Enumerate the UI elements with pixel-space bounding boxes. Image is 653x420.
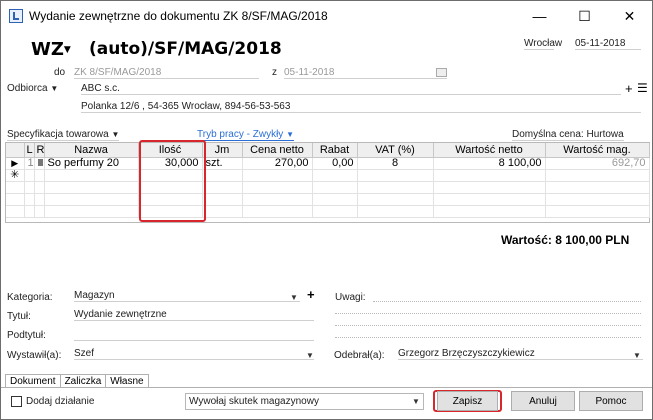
cancel-button[interactable]: Anuluj: [511, 391, 575, 411]
work-mode-link[interactable]: Tryb pracy - Zwykły ▼: [197, 129, 295, 141]
window: Wydanie zewnętrzne do dokumentu ZK 8/SF/…: [0, 0, 653, 420]
col-selector: [6, 143, 25, 158]
cell-net-value: 8 100,00: [433, 157, 546, 170]
app-icon: [9, 9, 23, 23]
cell-unit[interactable]: szt.: [202, 157, 243, 170]
tab-divider: [1, 387, 652, 388]
cell-vat[interactable]: 8: [357, 157, 434, 170]
cell-lp: 1: [24, 157, 35, 170]
doc-type-label: WZ: [31, 39, 64, 60]
chevron-down-icon[interactable]: ▼: [633, 351, 641, 360]
table-header: L R Nazwa Ilość Jm Cena netto Rabat VAT …: [6, 143, 650, 158]
list-icon[interactable]: ☰: [637, 81, 648, 95]
recipient-address: Polanka 12/6 , 54-365 Wrocław, 894-56-53…: [81, 101, 641, 113]
effect-select-value: Wywołaj skutek magazynowy: [189, 396, 319, 407]
notes-line[interactable]: [335, 313, 641, 314]
col-header-r[interactable]: R: [34, 143, 45, 158]
issued-by-select[interactable]: Szef: [74, 348, 314, 360]
add-action-checkbox[interactable]: [11, 396, 22, 407]
category-label: Kategoria:: [7, 292, 53, 303]
issued-by-label: Wystawił(a):: [7, 350, 62, 361]
do-label: do: [54, 67, 66, 78]
source-doc-field[interactable]: ZK 8/SF/MAG/2018: [74, 67, 259, 79]
tab-dokument[interactable]: Dokument: [5, 374, 61, 388]
chevron-down-icon: ▼: [412, 397, 420, 406]
add-category-icon[interactable]: +: [307, 287, 315, 302]
caret-down-icon: ▼: [111, 130, 120, 139]
tab-strip: Dokument Zaliczka Własne: [5, 374, 149, 388]
notes-label: Uwagi:: [335, 292, 366, 303]
title-label: Tytuł:: [7, 311, 31, 322]
subtitle-label: Podtytuł:: [7, 330, 46, 341]
spec-label: Specyfikacja towarowa: [7, 129, 109, 140]
maximize-button[interactable]: ☐: [562, 1, 607, 31]
qty-highlight: [139, 140, 206, 222]
add-action-label: Dodaj działanie: [26, 396, 95, 407]
items-grid[interactable]: L R Nazwa Ilość Jm Cena netto Rabat VAT …: [5, 142, 650, 223]
cell-name[interactable]: So perfumy 20: [44, 157, 139, 170]
issued-by-value: Szef: [74, 348, 95, 359]
city-field[interactable]: Wrocław: [524, 38, 562, 50]
work-mode-label: Tryb pracy - Zwykły: [197, 129, 284, 140]
title-field[interactable]: Wydanie zewnętrzne: [74, 309, 314, 321]
category-value: Magazyn: [74, 290, 115, 301]
chevron-down-icon[interactable]: ▼: [306, 351, 314, 360]
minimize-button[interactable]: —: [517, 1, 562, 31]
subtitle-field[interactable]: [74, 328, 314, 341]
save-button[interactable]: Zapisz: [437, 391, 498, 411]
tab-zaliczka[interactable]: Zaliczka: [59, 374, 107, 388]
source-date-field[interactable]: 05-11-2018: [284, 67, 447, 79]
table-row[interactable]: ▶ 1 So perfumy 20 30,000 szt. 270,00 0,0…: [6, 157, 650, 170]
recipient-selector[interactable]: Odbiorca ▼: [7, 83, 58, 94]
add-icon[interactable]: +: [625, 81, 633, 96]
cell-price[interactable]: 270,00: [242, 157, 313, 170]
received-by-select[interactable]: Grzegorz Brzęczyszczykiewicz: [398, 348, 643, 360]
category-select[interactable]: Magazyn: [74, 290, 300, 302]
total-value: Wartość: 8 100,00 PLN: [501, 233, 630, 247]
notes-line[interactable]: [373, 301, 641, 302]
current-row-icon: ▶: [6, 157, 25, 170]
help-button[interactable]: Pomoc: [579, 391, 643, 411]
col-header-discount[interactable]: Rabat: [312, 143, 358, 158]
col-header-name[interactable]: Nazwa: [44, 143, 139, 158]
col-header-price[interactable]: Cena netto: [242, 143, 313, 158]
close-button[interactable]: ✕: [607, 1, 652, 31]
doc-number: (auto)/SF/MAG/2018: [89, 39, 282, 59]
spec-selector[interactable]: Specyfikacja towarowa ▼: [7, 129, 120, 141]
window-title: Wydanie zewnętrzne do dokumentu ZK 8/SF/…: [29, 9, 328, 23]
caret-down-icon: ▼: [286, 130, 295, 139]
empty-row: [6, 193, 650, 206]
col-header-net-value[interactable]: Wartość netto: [433, 143, 546, 158]
received-by-value: Grzegorz Brzęczyszczykiewicz: [398, 348, 535, 359]
notes-line[interactable]: [335, 337, 641, 338]
notes-line[interactable]: [335, 325, 641, 326]
title-bar: Wydanie zewnętrzne do dokumentu ZK 8/SF/…: [1, 1, 652, 31]
effect-select[interactable]: Wywołaj skutek magazynowy ▼: [185, 393, 424, 410]
empty-row: [6, 181, 650, 194]
recipient-name[interactable]: ABC s.c.: [81, 83, 621, 95]
doc-type-selector[interactable]: WZ▼: [31, 39, 71, 60]
items-table: L R Nazwa Ilość Jm Cena netto Rabat VAT …: [6, 143, 650, 218]
date-field[interactable]: 05-11-2018: [575, 38, 641, 50]
col-header-vat[interactable]: VAT (%): [357, 143, 434, 158]
row-flag-icon: [34, 157, 45, 170]
cell-mag-value: 692,70: [545, 157, 650, 170]
chevron-down-icon: ▼: [63, 45, 71, 55]
recipient-label: Odbiorca: [7, 83, 48, 94]
z-label: z: [272, 67, 277, 78]
new-row[interactable]: ✳: [6, 169, 650, 182]
col-header-unit[interactable]: Jm: [202, 143, 243, 158]
new-row-icon: ✳: [6, 169, 25, 182]
col-header-mag-value[interactable]: Wartość mag.: [545, 143, 650, 158]
received-by-label: Odebrał(a):: [334, 350, 385, 361]
caret-down-icon: ▼: [50, 84, 59, 93]
default-price-link[interactable]: Domyślna cena: Hurtowa: [512, 129, 624, 141]
col-header-l[interactable]: L: [24, 143, 35, 158]
chevron-down-icon[interactable]: ▼: [290, 293, 298, 302]
tab-wlasne[interactable]: Własne: [105, 374, 149, 388]
cell-discount[interactable]: 0,00: [312, 157, 358, 170]
empty-row: [6, 205, 650, 218]
calendar-icon[interactable]: [436, 68, 447, 77]
